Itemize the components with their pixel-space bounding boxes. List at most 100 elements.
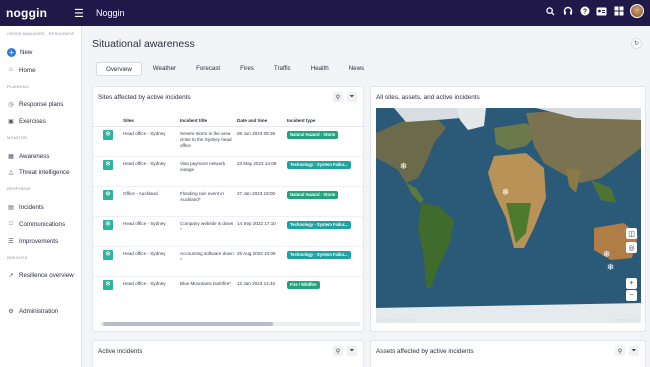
tab-weather[interactable]: Weather (144, 62, 185, 76)
sidebar-item-home[interactable]: ⌂ Home (0, 64, 82, 76)
search-button[interactable]: ⚲ (615, 346, 625, 356)
new-label: New (20, 48, 33, 56)
snowflake-icon: ❄ (103, 190, 113, 200)
site-cell: Head office - Sydney (123, 221, 166, 226)
snowflake-icon: ❄ (103, 280, 113, 290)
refresh-icon: ↻ (633, 41, 640, 47)
horizontal-scrollbar[interactable] (100, 322, 360, 326)
refresh-button[interactable]: ↻ (631, 38, 642, 49)
search-icon[interactable] (545, 6, 556, 17)
incident-title-cell: Severe storm in the area close to the Sy… (180, 131, 232, 148)
incident-title-cell: Flooding rain event in Auckland* (180, 191, 224, 202)
column-header[interactable]: Sites (120, 115, 177, 126)
card-tools: ⚲ ⏷ (333, 92, 357, 102)
sidebar-item-label: Response plans (19, 100, 64, 108)
site-cell: Head office - Sydney (123, 251, 166, 256)
search-button[interactable]: ⚲ (333, 92, 343, 102)
table-row[interactable]: ❄ Head office - Sydney Visa payment netw… (93, 157, 363, 187)
sidebar-item-response-plans[interactable]: ◷ Response plans (0, 98, 82, 110)
help-icon[interactable]: ? (579, 6, 590, 17)
filter-button[interactable]: ⏷ (347, 346, 357, 356)
incident-title-cell: Company website is down * (180, 221, 234, 232)
new-button[interactable]: + New (0, 46, 82, 58)
filter-icon: ⏷ (349, 347, 355, 354)
chat-icon: □ (9, 221, 13, 227)
incident-marker-icon[interactable]: ❄ (399, 161, 408, 171)
map-attribution-left: Earthstar Geographics (378, 318, 416, 322)
card-tools: ⚲ ⏷ (333, 346, 357, 356)
date-cell: 12 Jan 2023 14:46 (237, 281, 276, 286)
filter-button[interactable]: ⏷ (347, 92, 357, 102)
incident-type-badge: Technology - System Failur... (287, 251, 351, 259)
table-row[interactable]: ❄ Head office - Sydney Company website i… (93, 217, 363, 247)
sidebar: CRISIS MANAGER - RESILIENCE + New ⌂ Home… (0, 26, 82, 367)
table-row[interactable]: ❄ Head office - Sydney Blue Mountains bu… (93, 277, 363, 307)
table-row[interactable]: ❄ Head office - Sydney Severe storm in t… (93, 127, 363, 157)
clock-icon: ◷ (8, 101, 14, 108)
incident-marker-icon[interactable]: ❄ (501, 187, 510, 197)
column-header[interactable]: Incident type (284, 115, 363, 126)
locate-icon: ◎ (628, 244, 635, 252)
app-title: Noggin (96, 8, 125, 18)
sidebar-item-awareness[interactable]: ▦ Awareness (0, 150, 82, 162)
zoom-in-button[interactable]: + (626, 278, 637, 289)
column-header[interactable]: Incident title (177, 115, 234, 126)
noggin-logo[interactable]: noggin (0, 0, 70, 26)
incident-type-badge: Natural Hazard - Storm (287, 191, 339, 199)
filter-icon: ⏷ (349, 93, 355, 100)
column-header[interactable]: Date and time (234, 115, 284, 126)
sidebar-item-resilience-overview[interactable]: ↗ Resilience overview (0, 269, 82, 281)
sidebar-item-administration[interactable]: ⚙ Administration (0, 305, 82, 317)
incident-title-cell: Blue Mountains bushfire* (180, 281, 232, 286)
tab-traffic[interactable]: Traffic (265, 62, 300, 76)
date-cell: 27 Jan 2023 19:00 (237, 191, 276, 196)
table-row[interactable]: ❄ Head office - Sydney Accounting softwa… (93, 247, 363, 277)
sidebar-item-threat-intelligence[interactable]: △ Threat intelligence (0, 166, 82, 178)
snowflake-icon: ❄ (103, 220, 113, 230)
incident-marker-icon[interactable]: ❄ (602, 249, 611, 259)
home-icon: ⌂ (9, 67, 13, 73)
menu-icon[interactable]: ☰ (74, 7, 86, 20)
contact-card-icon[interactable] (596, 6, 607, 17)
chart-line-icon: ↗ (8, 272, 14, 279)
sidebar-item-label: Home (19, 66, 36, 74)
tab-forecast[interactable]: Forecast (187, 62, 229, 76)
snowflake-icon: ❄ (103, 250, 113, 260)
filter-icon: ⏷ (631, 347, 637, 354)
icon-column-header (93, 115, 120, 126)
apps-grid-icon[interactable] (613, 6, 624, 17)
sidebar-item-incidents[interactable]: ▤ Incidents (0, 201, 82, 213)
assets-card-title: Assets affected by active incidents (376, 348, 474, 355)
table-row[interactable]: ❄ Office - Auckland Flooding rain event … (93, 187, 363, 217)
sidebar-item-exercises[interactable]: ▣ Exercises (0, 115, 82, 127)
locate-button[interactable]: ◎ (626, 242, 637, 253)
incident-marker-icon[interactable]: ❄ (606, 262, 615, 272)
layers-button[interactable]: ◫ (626, 228, 637, 239)
user-avatar[interactable] (630, 4, 644, 18)
tab-fires[interactable]: Fires (231, 62, 263, 76)
svg-text:?: ? (582, 8, 586, 15)
briefcase-icon: ▦ (8, 153, 14, 160)
sidebar-item-improvements[interactable]: ☰ Improvements (0, 235, 82, 247)
search-icon: ⚲ (335, 94, 341, 101)
zoom-out-button[interactable]: − (626, 290, 637, 301)
search-icon: ⚲ (617, 348, 623, 355)
tab-overview[interactable]: Overview (96, 62, 142, 76)
main-content: Situational awareness ↻ Overview Weather… (83, 26, 650, 367)
headset-icon[interactable] (562, 6, 573, 17)
date-cell: 14 Sep 2022 17:10 (237, 221, 276, 226)
tab-health[interactable]: Health (302, 62, 338, 76)
map-card-title: All sites, assets, and active incidents (376, 94, 480, 101)
scrollbar-thumb[interactable] (103, 322, 273, 326)
search-button[interactable]: ⚲ (333, 346, 343, 356)
card-tools: ⚲ ⏷ (615, 346, 639, 356)
tab-news[interactable]: News (340, 62, 373, 76)
table-header: Sites Incident title Date and time Incid… (93, 115, 363, 127)
warning-icon: △ (8, 169, 14, 176)
sidebar-subtitle: CRISIS MANAGER - RESILIENCE (7, 31, 75, 36)
gear-icon: ⚙ (8, 308, 14, 315)
world-map[interactable]: ❄ ❄ ❄ ❄ ◫ ◎ + − Earthstar Geographics Po… (376, 108, 641, 323)
filter-button[interactable]: ⏷ (629, 346, 639, 356)
sidebar-item-communications[interactable]: □ Communications (0, 218, 82, 230)
date-cell: 23 May 2023 14:08 (237, 161, 277, 166)
